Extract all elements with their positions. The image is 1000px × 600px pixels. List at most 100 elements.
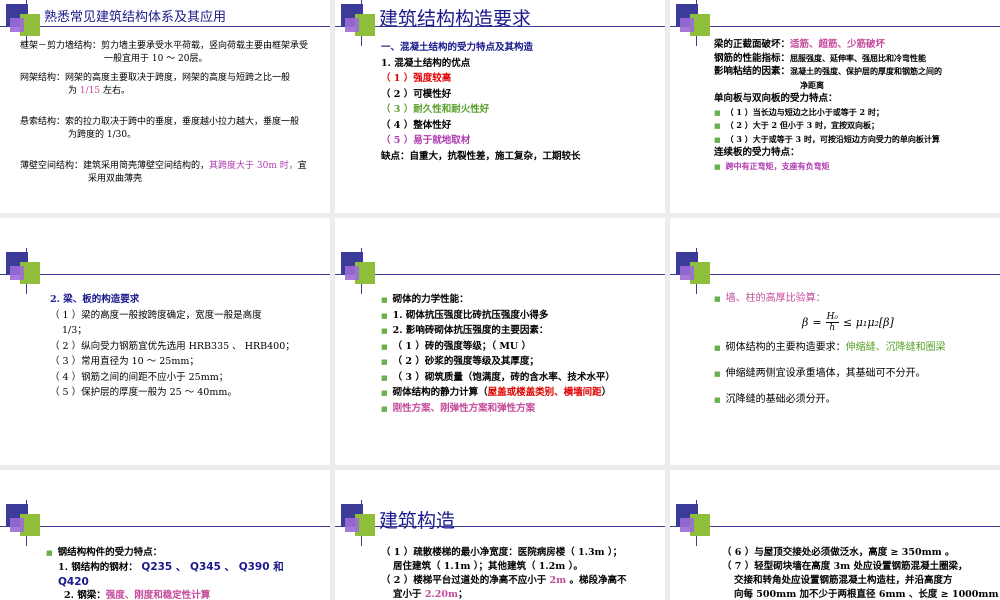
bullet-icon: ■ bbox=[381, 341, 388, 351]
text-line: 采用双曲薄壳 bbox=[88, 174, 143, 184]
slide-7: ■ 钢结构构件的受力特点： 1. 钢结构的钢材： Q235 、 Q345 、 Q3… bbox=[0, 470, 330, 600]
highlight-value: 1/15 bbox=[79, 86, 101, 96]
list-item: ■ （ 2 ）砂浆的强度等级及其厚度； bbox=[381, 356, 539, 367]
list-item: ■ 2. 影响砖砌体抗压强度的主要因素： bbox=[381, 325, 549, 336]
slide-logo-icon bbox=[0, 248, 330, 294]
list-item: 1/3； bbox=[62, 325, 87, 336]
slide-body: 2. 梁、板的构造要求 （ 1 ）梁的高度一般按跨度确定，宽度一般是高度 1/3… bbox=[50, 292, 320, 401]
text-line: 居住建筑（ 1.1m ）；其他建筑（ 1.2m ）。 bbox=[393, 561, 583, 572]
slide-9: （ 6 ）与屋顶交接处必须做泛水，高度 ≥ 350mm 。 （ 7 ）轻型砌块墙… bbox=[670, 470, 1000, 600]
list-item: （ 2 ）纵向受力钢筋宜优先选用 HRB335 、 HRB400； bbox=[50, 340, 295, 352]
slide-body: 一、混凝土结构的受力特点及其构造 1. 混凝土结构的优点 （ 1 ）强度较高 （… bbox=[381, 40, 661, 164]
list-item: ■ 钢结构构件的受力特点： bbox=[46, 547, 163, 558]
list-item: ■ 1. 砌体抗压强度比砖抗压强度小得多 bbox=[381, 309, 549, 321]
bullet-icon: ■ bbox=[714, 370, 721, 378]
highlight-value: 适筋、超筋、少筋破坏 bbox=[790, 39, 886, 50]
list-item: ■ 沉降缝的基础必须分开。 bbox=[714, 394, 836, 405]
list-item: ■ （ 3 ）砌筑质量（饱满度，砖的含水率、技术水平） bbox=[381, 371, 615, 383]
highlight-value: 伸缩缝、沉降缝和圈梁 bbox=[845, 342, 946, 353]
formula: β = H₀ h ≤ μ₁μ₂[β] bbox=[802, 312, 894, 333]
text-line: 框架－剪力墙结构：剪力墙主要承受水平荷载，竖向荷载主要由框架承受 bbox=[20, 41, 309, 51]
slide-2: 建筑结构构造要求 一、混凝土结构的受力特点及其构造 1. 混凝土结构的优点 （ … bbox=[335, 0, 665, 213]
text-line: （ 6 ）与屋顶交接处必须做泛水，高度 ≥ 350mm 。 bbox=[722, 547, 955, 558]
highlight-value: 强度、刚度和稳定性计算 bbox=[105, 590, 211, 600]
bullet-icon: ■ bbox=[714, 134, 721, 144]
bullet-icon: ■ bbox=[381, 403, 388, 413]
highlight-value: 2.20m bbox=[424, 589, 459, 600]
text-line: （ 2 ）楼梯平台过道处的净高不应小于 2m 。梯段净高不 bbox=[381, 575, 627, 586]
slide-logo-icon bbox=[670, 500, 1000, 546]
slide-body: （ 1 ）疏散楼梯的最小净宽度：医院病房楼（ 1.3m ）； 居住建筑（ 1.1… bbox=[381, 546, 663, 600]
slide-logo-icon bbox=[335, 500, 665, 546]
slide-8: 建筑构造 （ 1 ）疏散楼梯的最小净宽度：医院病房楼（ 1.3m ）； 居住建筑… bbox=[335, 470, 665, 600]
slide-title: 熟悉常见建筑结构体系及其应用 bbox=[44, 10, 227, 25]
bullet-icon: ■ bbox=[381, 295, 388, 304]
slide-logo-icon bbox=[0, 500, 330, 546]
slide-logo-icon bbox=[335, 248, 665, 294]
list-item: ■ （ 3 ）大于或等于 3 时，可按沿短边方向受力的单向板计算 bbox=[714, 133, 940, 144]
slide-logo-icon bbox=[335, 0, 665, 46]
text-line: 梁的正截面破坏：适筋、超筋、少筋破坏 bbox=[714, 39, 886, 50]
slide-logo-icon bbox=[670, 248, 1000, 294]
highlight-value: Q235 、 Q345 、 Q390 和 bbox=[137, 561, 284, 573]
list-item: ■ 墙、柱的高厚比验算： bbox=[714, 293, 826, 304]
text-line: 为跨度的 1/30。 bbox=[68, 130, 137, 140]
slide-5: ■ 砌体的力学性能： ■ 1. 砌体抗压强度比砖抗压强度小得多 ■ 2. 影响砖砌体抗… bbox=[335, 218, 665, 465]
list-item: ■ 伸缩缝两侧宜设承重墙体，其基础可不分开。 bbox=[714, 368, 926, 379]
list-item: （ 3 ）耐久性和耐火性好 bbox=[381, 104, 490, 115]
slide-body: ■ 砌体的力学性能： ■ 1. 砌体抗压强度比砖抗压强度小得多 ■ 2. 影响砖砌体抗… bbox=[381, 292, 663, 416]
text-line: 净距离 bbox=[800, 79, 824, 90]
bullet-icon: ■ bbox=[714, 295, 721, 303]
heading: 2. 梁、板的构造要求 bbox=[50, 294, 140, 305]
text-line: 宜小于 2.20m； bbox=[393, 589, 468, 600]
slide-logo-icon bbox=[0, 0, 330, 46]
list-item: ■ 刚性方案、刚弹性方案和弹性方案 bbox=[381, 402, 536, 414]
list-item: ■ 砌体结构的静力计算（屋盖或楼盖类别、横墙间距） bbox=[381, 387, 612, 398]
text-line: 为 1/15 左右。 bbox=[68, 86, 130, 96]
bullet-icon: ■ bbox=[381, 326, 388, 335]
slide-1: 熟悉常见建筑结构体系及其应用 框架－剪力墙结构：剪力墙主要承受水平荷载，竖向荷载… bbox=[0, 0, 330, 213]
list-item: ■ （ 1 ）当长边与短边之比小于或等于 2 时； bbox=[714, 106, 884, 117]
text-line: 单向板与双向板的受力特点： bbox=[714, 93, 838, 104]
text-line: 1. 钢结构的钢材： Q235 、 Q345 、 Q390 和 bbox=[58, 561, 284, 573]
slide-body: ■ 墙、柱的高厚比验算： β = H₀ h ≤ μ₁μ₂[β] ■ 砌体结构的主要构造… bbox=[714, 292, 996, 407]
list-item: （ 2 ）可模性好 bbox=[381, 88, 452, 100]
text-line: 2. 钢梁：强度、刚度和稳定性计算 bbox=[64, 590, 211, 600]
list-item: ■ 砌体结构的主要构造要求：伸缩缝、沉降缝和圈梁 bbox=[714, 342, 946, 353]
slide-body: 梁的正截面破坏：适筋、超筋、少筋破坏 钢筋的性能指标：屈服强度、延伸率、强屈比和… bbox=[714, 38, 996, 173]
bullet-icon: ■ bbox=[381, 357, 388, 366]
highlight-value: 其跨度大于 30m 时， bbox=[209, 161, 298, 171]
text-line: 悬索结构：索的拉力取决于跨中的垂度，垂度越小拉力越大，垂度一般 bbox=[20, 117, 300, 127]
list-item: （ 1 ）梁的高度一般按跨度确定，宽度一般是高度 bbox=[50, 309, 262, 321]
bullet-icon: ■ bbox=[46, 548, 53, 557]
list-item: （ 4 ）钢筋之间的间距不应小于 25mm； bbox=[50, 371, 229, 383]
slide-4: 2. 梁、板的构造要求 （ 1 ）梁的高度一般按跨度确定，宽度一般是高度 1/3… bbox=[0, 218, 330, 465]
slide-title: 建筑结构构造要求 bbox=[379, 8, 532, 30]
slide-6: ■ 墙、柱的高厚比验算： β = H₀ h ≤ μ₁μ₂[β] ■ 砌体结构的主要构造… bbox=[670, 218, 1000, 465]
bullet-icon: ■ bbox=[714, 107, 721, 117]
text-line: 网架结构：网架的高度主要取决于跨度，网架的高度与短跨之比一般 bbox=[20, 73, 291, 83]
highlight-value: 2m bbox=[549, 575, 567, 586]
list-item: 缺点：自重大，抗裂性差，施工复杂，工期较长 bbox=[381, 150, 581, 162]
list-item: （ 5 ）保护层的厚度一般为 25 ～ 40mm。 bbox=[50, 387, 237, 398]
bullet-icon: ■ bbox=[381, 310, 388, 320]
list-item: （ 3 ）常用直径为 10 ～ 25mm； bbox=[50, 356, 199, 367]
bullet-icon: ■ bbox=[714, 396, 721, 404]
slide-body: 框架－剪力墙结构：剪力墙主要承受水平荷载，竖向荷载主要由框架承受 一般宜用于 1… bbox=[20, 40, 325, 186]
slide-title: 建筑构造 bbox=[379, 510, 456, 532]
bullet-icon: ■ bbox=[714, 161, 721, 171]
slide-body: ■ 钢结构构件的受力特点： 1. 钢结构的钢材： Q235 、 Q345 、 Q3… bbox=[46, 546, 326, 600]
text-line: 交接和转角处应设置钢筋混凝土构造柱，并沿高度方 bbox=[734, 575, 953, 586]
text-line: 薄壁空间结构：建筑采用简壳薄壁空间结构的，其跨度大于 30m 时，宜 bbox=[20, 161, 307, 171]
list-item: ■ 跨中有正弯矩，支座有负弯矩 bbox=[714, 160, 830, 171]
list-item: ■ （ 1 ）砖的强度等级；（ MU ） bbox=[381, 340, 532, 352]
text-line: （ 1 ）疏散楼梯的最小净宽度：医院病房楼（ 1.3m ）； bbox=[381, 547, 623, 558]
slide-body: （ 6 ）与屋顶交接处必须做泛水，高度 ≥ 350mm 。 （ 7 ）轻型砌块墙… bbox=[722, 546, 1000, 600]
text-line: 钢筋的性能指标：屈服强度、延伸率、强屈比和冷弯性能 bbox=[714, 52, 927, 64]
list-item: （ 5 ）易于就地取材 bbox=[381, 135, 471, 146]
bullet-icon: ■ bbox=[381, 372, 388, 382]
text-line: 连续板的受力特点： bbox=[714, 147, 800, 158]
highlight-value: 屋盖或楼盖类别、横墙间距 bbox=[487, 387, 602, 398]
bullet-icon: ■ bbox=[714, 344, 721, 352]
list-item: ■ 砌体的力学性能： bbox=[381, 294, 469, 305]
